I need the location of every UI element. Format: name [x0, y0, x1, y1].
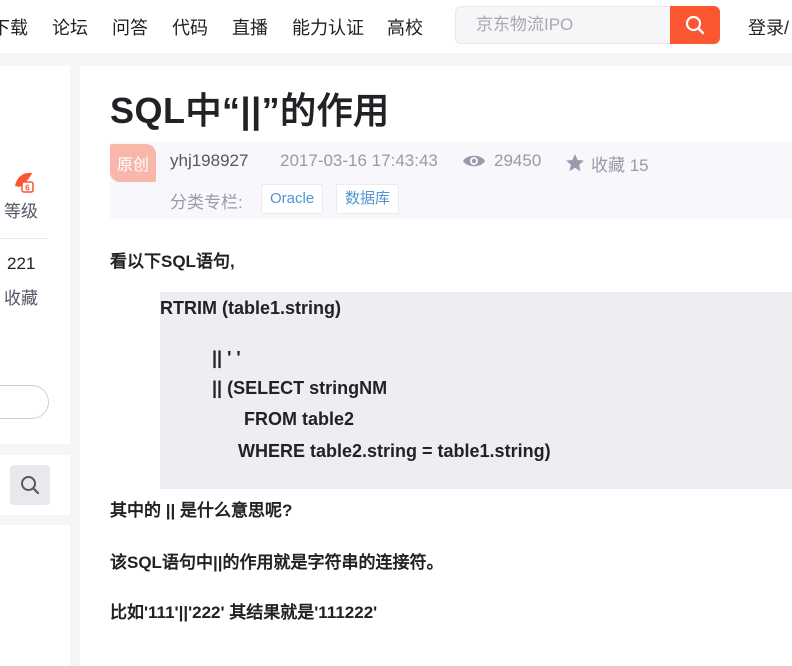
article-meta: 原创 yhj198927 2017-03-16 17:43:43 29450 收…	[110, 142, 792, 219]
view-count: 29450	[494, 151, 542, 170]
nav-item-certification[interactable]: 能力认证	[292, 14, 364, 40]
code-line: || ' '	[212, 348, 241, 368]
level-label: 等级	[4, 202, 38, 221]
nav-item-qa[interactable]: 问答	[112, 14, 148, 40]
nav-item-forum[interactable]: 论坛	[52, 14, 88, 40]
code-line: || (SELECT stringNM	[212, 378, 388, 398]
search-box	[455, 6, 670, 44]
search-button[interactable]	[670, 6, 720, 44]
paragraph-example: 比如'111'||'222' 其结果就是'111222'	[110, 603, 378, 622]
sidebar-search-card	[0, 455, 70, 515]
svg-text:6: 6	[25, 184, 30, 193]
publish-time: 2017-03-16 17:43:43	[280, 151, 438, 170]
paragraph-intro: 看以下SQL语句,	[110, 252, 235, 271]
nav-item-live[interactable]: 直播	[232, 14, 268, 40]
top-navigation-bar: 下载 论坛 问答 代码 直播 能力认证 高校 登录/	[0, 0, 792, 53]
tag-oracle[interactable]: Oracle	[261, 184, 324, 214]
login-link[interactable]: 登录/	[748, 14, 789, 40]
author-name[interactable]: yhj198927	[170, 151, 248, 171]
code-line: RTRIM (table1.string)	[160, 298, 342, 318]
nav-item-download[interactable]: 下载	[0, 14, 28, 40]
paragraph-question: 其中的 || 是什么意思呢?	[110, 501, 293, 520]
sidebar-card	[0, 525, 70, 666]
favorite-button[interactable]: 收藏 15	[591, 151, 649, 176]
sidebar-search-field[interactable]	[0, 385, 49, 419]
paragraph-answer: 该SQL语句中||的作用就是字符串的连接符。	[110, 553, 444, 572]
search-icon	[21, 476, 40, 495]
level-icon: 6	[15, 172, 34, 193]
code-line: WHERE table2.string = table1.string)	[238, 441, 551, 461]
sidebar-divider	[0, 238, 48, 239]
favorite-count: 221	[7, 254, 36, 273]
nav-item-college[interactable]: 高校	[387, 14, 423, 40]
code-line: FROM table2	[244, 409, 355, 429]
author-card: 6 等级 221 收藏	[0, 66, 70, 444]
tag-database[interactable]: 数据库	[336, 184, 400, 214]
favorite-label: 收藏	[4, 289, 38, 308]
article: SQL中“||”的作用 原创 yhj198927 2017-03-16 17:4…	[80, 66, 792, 666]
category-label: 分类专栏:	[170, 193, 243, 212]
eye-icon	[463, 155, 485, 167]
sidebar-search-button[interactable]	[10, 465, 50, 505]
search-icon	[685, 15, 705, 35]
nav-item-code[interactable]: 代码	[172, 14, 208, 40]
code-block: RTRIM (table1.string) || ' ' || (SELECT …	[160, 292, 792, 489]
star-icon[interactable]	[564, 152, 586, 174]
original-badge: 原创	[110, 144, 156, 182]
search-input[interactable]	[456, 7, 666, 43]
article-title: SQL中“||”的作用	[110, 90, 390, 131]
